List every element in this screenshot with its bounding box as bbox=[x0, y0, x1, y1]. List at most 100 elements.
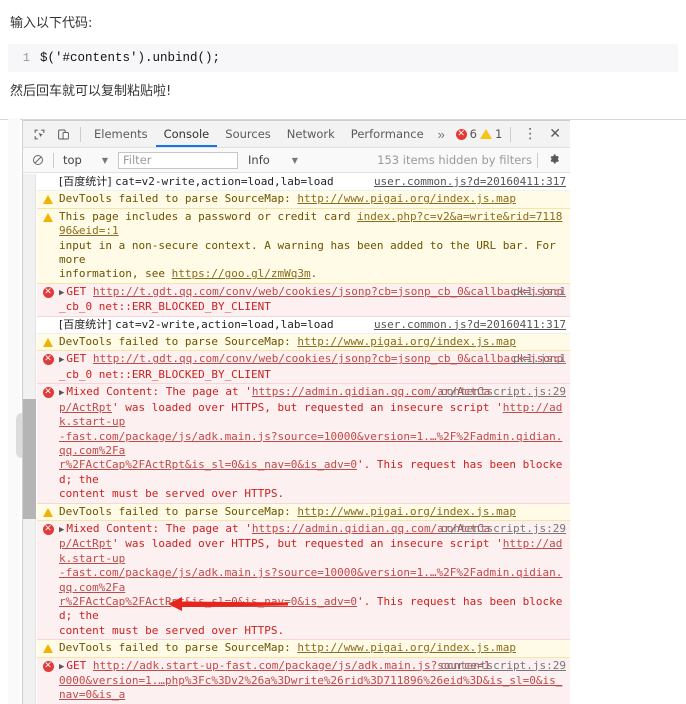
console-message-body: ▶ GET http://t.gdt.qq.com/conv/web/cookie… bbox=[59, 285, 570, 315]
console-message-source-link[interactable]: user.common.js?d=20160411:317 bbox=[374, 318, 566, 332]
console-message-body: DevTools failed to parse SourceMap: http… bbox=[59, 641, 570, 655]
console-filter-input[interactable]: Filter bbox=[118, 151, 239, 169]
console-link[interactable]: p/ActRpt bbox=[59, 537, 112, 550]
code-snippet: $('#contents').unbind(); bbox=[40, 44, 220, 72]
tab-sources[interactable]: Sources bbox=[217, 121, 279, 147]
console-message-source-link[interactable]: contentscript.js:29 bbox=[440, 659, 566, 673]
console-link[interactable]: http://www.pigai.org/index.js.map bbox=[297, 505, 516, 518]
console-link[interactable]: http://adk.start-up-fast.com/package/js/… bbox=[93, 659, 490, 672]
console-scrollbar-track[interactable] bbox=[23, 174, 36, 704]
tab-elements[interactable]: Elements bbox=[86, 121, 156, 147]
warning-triangle-icon bbox=[43, 644, 53, 654]
console-message-text: ▶ Mixed Content: The page at 'https://adm… bbox=[59, 385, 566, 501]
warning-triangle-icon bbox=[43, 212, 53, 222]
console-link[interactable]: http://t.gdt.qq.com/conv/web/cookies/jso… bbox=[93, 285, 563, 298]
console-link[interactable]: -fast.com/package/js/adk.main.js?source=… bbox=[59, 566, 562, 593]
warning-count-icon bbox=[479, 129, 492, 139]
console-message[interactable]: DevTools failed to parse SourceMap: http… bbox=[37, 503, 570, 521]
warning-count[interactable]: 1 bbox=[495, 127, 502, 141]
error-icon: ✕ bbox=[37, 352, 59, 366]
console-message-list: [百度统计] cat=v2-write,action=load,lab=load… bbox=[37, 174, 570, 704]
console-message-body: ▶ Mixed Content: The page at 'https://adm… bbox=[59, 522, 570, 638]
outro-paragraph: 然后回车就可以复制粘贴啦! bbox=[10, 84, 172, 99]
console-message[interactable]: DevTools failed to parse SourceMap: http… bbox=[37, 640, 570, 658]
console-link[interactable]: http://www.pigai.org/index.js.map bbox=[297, 335, 516, 348]
console-message-source-link[interactable]: pk1.js:1 bbox=[513, 352, 566, 366]
console-message-source-link[interactable]: contentscript.js:29 bbox=[440, 385, 566, 399]
console-message[interactable]: ✕ ▶ GET http://t.gdt.qq.com/conv/web/cooki… bbox=[37, 351, 570, 385]
console-link[interactable]: -fast.com/package/js/adk.main.js?source=… bbox=[59, 430, 562, 457]
console-message-body: DevTools failed to parse SourceMap: http… bbox=[59, 505, 570, 519]
message-expander-icon[interactable]: ▶ bbox=[59, 355, 64, 365]
console-message-body: ▶ GET http://t.gdt.qq.com/conv/web/cookie… bbox=[59, 352, 570, 382]
console-message[interactable]: ✕ ▶ GET http://t.gdt.qq.com/conv/web/cooki… bbox=[37, 283, 570, 317]
message-icon-none bbox=[37, 318, 59, 319]
console-message[interactable]: ✕ ▶ Mixed Content: The page at 'https://ad… bbox=[37, 384, 570, 504]
tab-network[interactable]: Network bbox=[279, 121, 343, 147]
message-expander-icon[interactable]: ▶ bbox=[59, 388, 64, 398]
console-text: GET bbox=[66, 284, 93, 298]
gear-icon[interactable] bbox=[543, 153, 565, 168]
warning-triangle-icon bbox=[43, 507, 53, 517]
message-icon-none bbox=[37, 175, 59, 176]
chevron-down-icon-level: ▼ bbox=[291, 155, 298, 165]
error-count[interactable]: 6 bbox=[470, 127, 477, 141]
clear-console-icon[interactable] bbox=[28, 154, 48, 166]
console-text: [百度统计] bbox=[59, 175, 116, 188]
message-expander-icon[interactable]: ▶ bbox=[59, 662, 64, 672]
toggle-device-toolbar-icon[interactable] bbox=[51, 123, 75, 145]
message-expander-icon[interactable]: ▶ bbox=[59, 288, 64, 298]
console-message-text: DevTools failed to parse SourceMap: http… bbox=[59, 192, 566, 206]
devtools-menu-button[interactable]: ⋮ bbox=[519, 126, 541, 142]
execution-context-select[interactable]: top ▼ bbox=[59, 153, 112, 167]
console-link[interactable]: http://www.pigai.org/index.js.map bbox=[297, 641, 516, 654]
devtools-toolbar: Elements Console Sources Network Perform… bbox=[23, 121, 570, 148]
more-tabs-button[interactable]: » bbox=[432, 127, 451, 142]
error-circle-icon: ✕ bbox=[42, 387, 54, 399]
log-level-select[interactable]: Info ▼ bbox=[244, 153, 302, 167]
warning-icon bbox=[37, 641, 59, 654]
issue-counts: ✕ 6 1 ⋮ ✕ bbox=[455, 126, 566, 142]
execution-context-value: top bbox=[63, 153, 82, 167]
message-expander-icon[interactable]: ▶ bbox=[59, 525, 64, 535]
error-icon: ✕ bbox=[37, 385, 59, 399]
console-link[interactable]: https://goo.gl/zmWq3m bbox=[172, 267, 311, 280]
code-block: 1 $('#contents').unbind(); bbox=[8, 44, 678, 72]
error-icon: ✕ bbox=[37, 285, 59, 298]
console-message-source-link[interactable]: contentscript.js:29 bbox=[440, 522, 566, 536]
warning-icon bbox=[37, 192, 59, 205]
console-message[interactable]: [百度统计] cat=v2-write,action=load,lab=load… bbox=[37, 316, 570, 335]
inspect-element-icon[interactable] bbox=[27, 123, 51, 145]
console-message-body: This page includes a password or credit … bbox=[59, 210, 570, 282]
console-link[interactable]: http://www.pigai.org/index.js.map bbox=[297, 192, 516, 205]
tab-performance[interactable]: Performance bbox=[343, 121, 432, 147]
console-link[interactable]: 0000&version=1.…php%3Fc%3Dv2%26a%3Dwrite… bbox=[59, 674, 562, 701]
console-text: _cb_0 net::ERR_BLOCKED_BY_CLIENT bbox=[59, 367, 271, 381]
article-content: 输入以下代码: 1 $('#contents').unbind(); 然后回车就… bbox=[0, 0, 686, 114]
console-scrollbar-thumb[interactable] bbox=[23, 399, 36, 519]
console-link[interactable]: r%2FActCap%2FActRpt&is_sl=0&is_nav=0&is_… bbox=[59, 595, 357, 608]
console-message-body: DevTools failed to parse SourceMap: http… bbox=[59, 335, 570, 349]
console-message[interactable]: This page includes a password or credit … bbox=[37, 208, 570, 284]
console-link[interactable]: http://t.gdt.qq.com/conv/web/cookies/jso… bbox=[93, 352, 563, 365]
console-message-text: ▶ Mixed Content: The page at 'https://adm… bbox=[59, 522, 566, 638]
counts-separator bbox=[510, 126, 512, 142]
code-snippet-text: $('#contents').unbind(); bbox=[40, 51, 221, 65]
console-message[interactable]: ✕ ▶ GET http://adk.start-up-fast.com/packa… bbox=[37, 657, 570, 704]
console-message-text: This page includes a password or credit … bbox=[59, 210, 566, 282]
console-message[interactable]: ✕ ▶ Mixed Content: The page at 'https://ad… bbox=[37, 520, 570, 641]
console-message-source-link[interactable]: pk1.js:1 bbox=[513, 285, 566, 299]
tab-console[interactable]: Console bbox=[155, 121, 218, 147]
close-devtools-button[interactable]: ✕ bbox=[544, 126, 566, 142]
console-message[interactable]: [百度统计] cat=v2-write,action=load,lab=load… bbox=[37, 174, 570, 192]
toolbar-separator bbox=[80, 126, 81, 142]
console-message[interactable]: DevTools failed to parse SourceMap: http… bbox=[37, 191, 570, 209]
page-scrollbar-track[interactable] bbox=[8, 118, 28, 704]
console-link[interactable]: r%2FActCap%2FActRpt&is_sl=0&is_nav=0&is_… bbox=[59, 458, 357, 471]
console-filter-bar: top ▼ Filter Info ▼ 153 items hidden by … bbox=[23, 148, 570, 173]
console-message-text: ▶ GET http://t.gdt.qq.com/conv/web/cookie… bbox=[59, 352, 566, 382]
console-message-source-link[interactable]: user.common.js?d=20160411:317 bbox=[374, 175, 566, 189]
error-icon: ✕ bbox=[37, 659, 59, 672]
console-message[interactable]: DevTools failed to parse SourceMap: http… bbox=[37, 334, 570, 352]
console-link[interactable]: p/ActRpt bbox=[59, 401, 112, 414]
